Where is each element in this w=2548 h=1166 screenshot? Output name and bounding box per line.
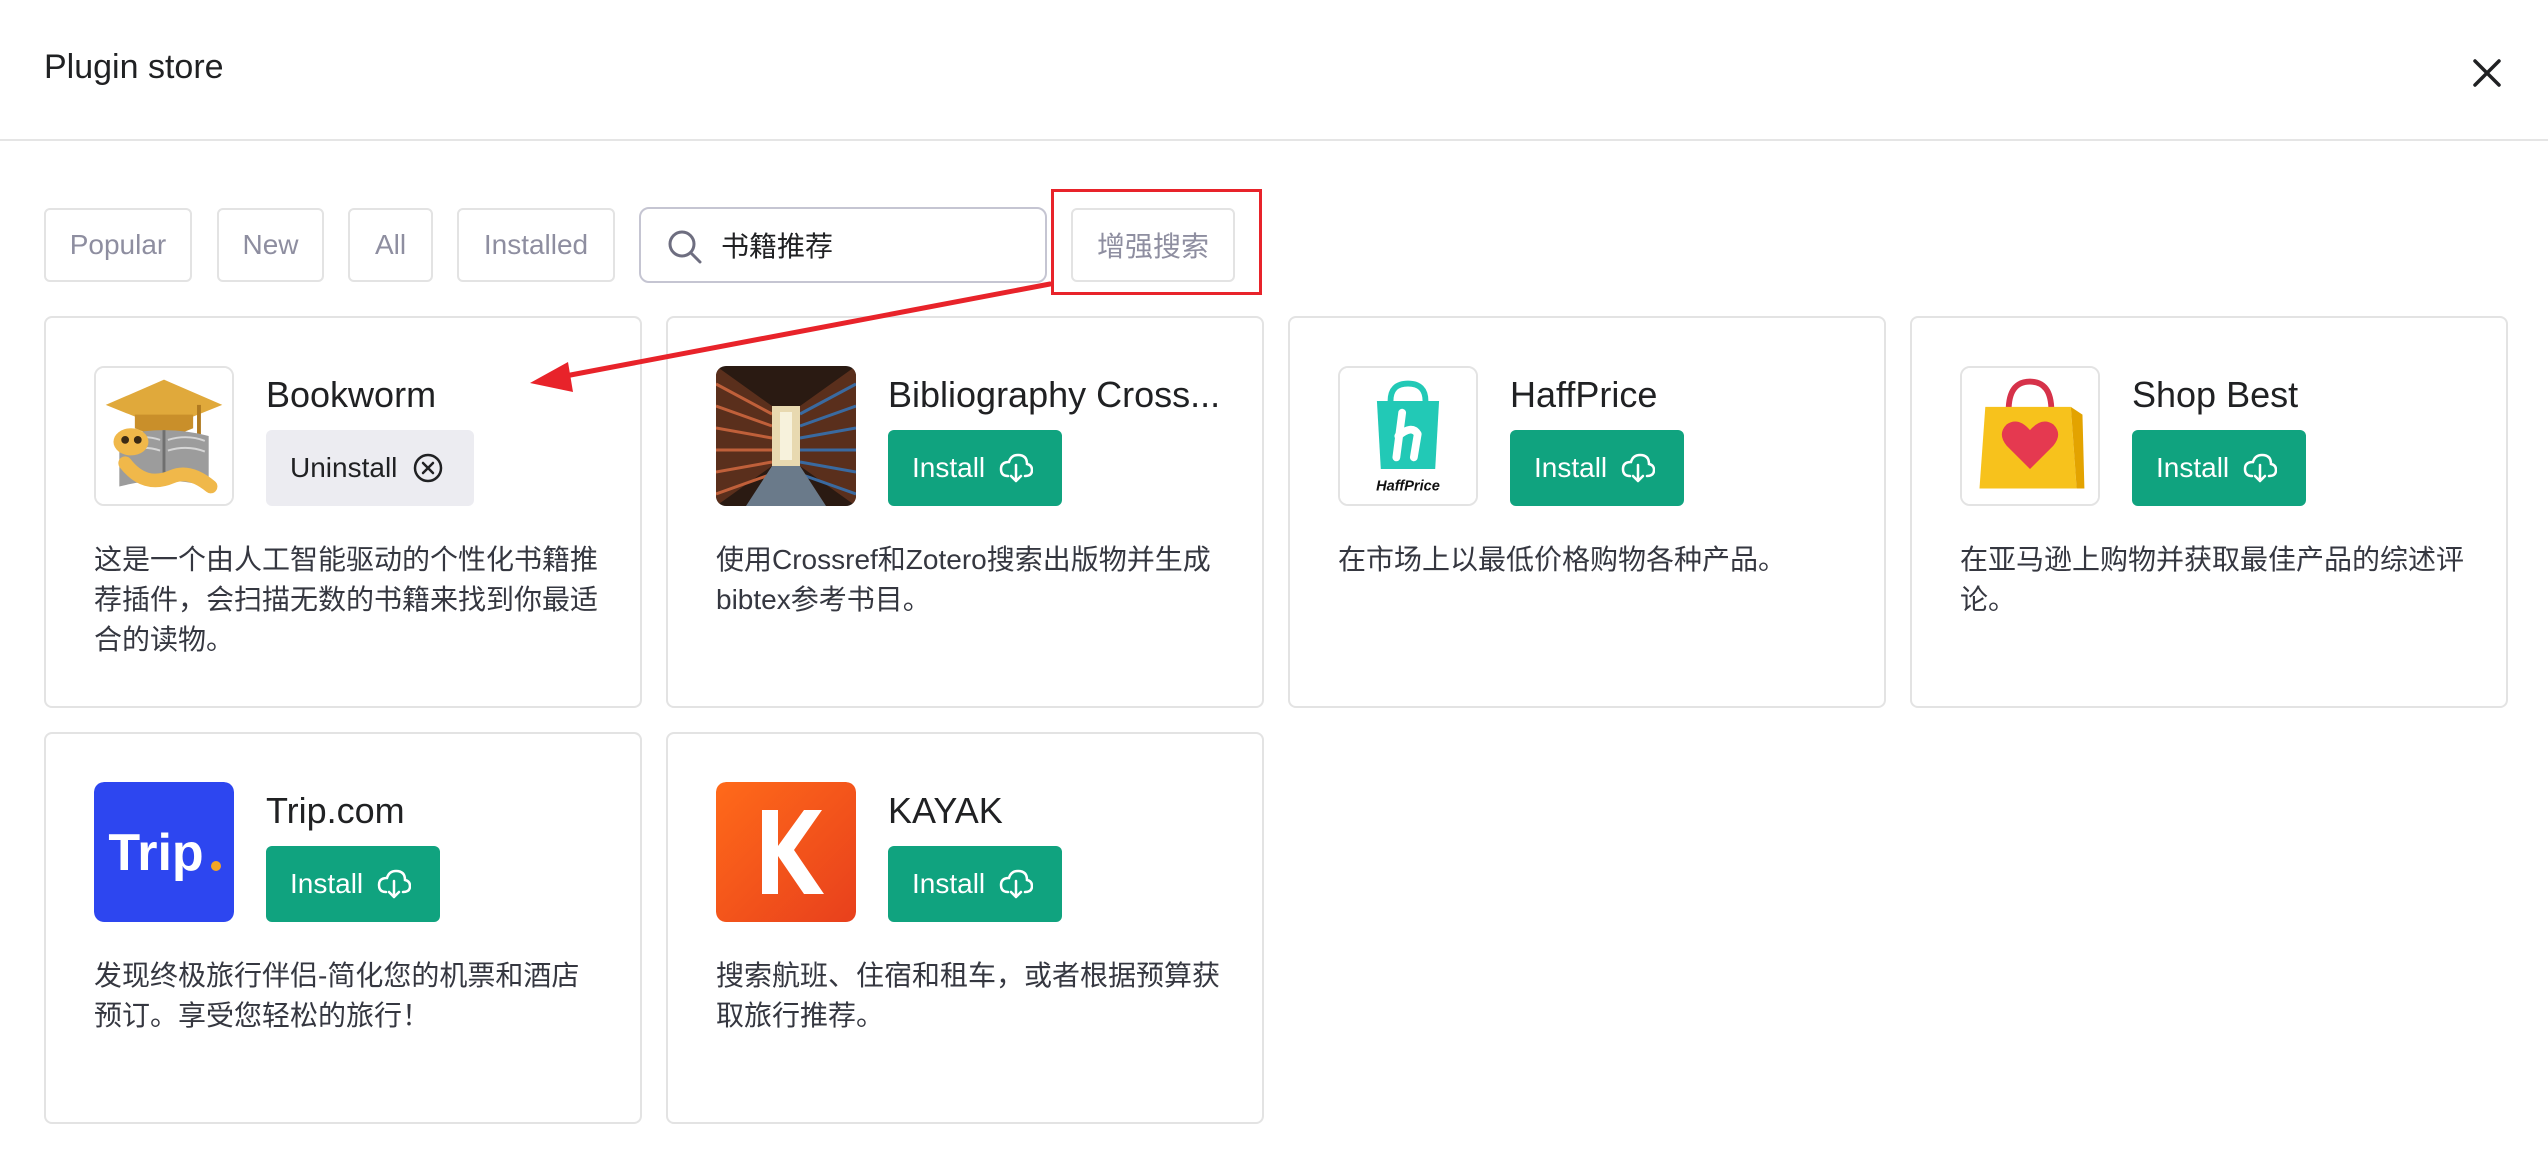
- cloud-download-icon: [1621, 453, 1656, 483]
- filter-all[interactable]: All: [348, 208, 433, 282]
- header: Plugin store: [0, 0, 2548, 141]
- plugin-description: 这是一个由人工智能驱动的个性化书籍推荐插件，会扫描无数的书籍来找到你最适合的读物…: [94, 544, 599, 655]
- haffprice-logo-text: HaffPrice: [1376, 478, 1440, 494]
- plugin-name: Trip.com: [266, 790, 405, 831]
- plugin-card-bookworm: Bookworm Uninstall 这是一个由人工智能驱动的个性化书籍推荐插件…: [44, 316, 642, 708]
- bookworm-logo: [94, 366, 234, 506]
- install-button[interactable]: Install: [888, 846, 1062, 922]
- plugin-name: HaffPrice: [1510, 374, 1658, 415]
- button-label: Install: [290, 868, 364, 899]
- filter-new[interactable]: New: [217, 208, 324, 282]
- close-icon: [2473, 59, 2501, 87]
- page-title: Plugin store: [44, 48, 224, 86]
- install-button[interactable]: Install: [266, 846, 440, 922]
- install-button[interactable]: Install: [888, 430, 1062, 506]
- plugin-card-shop-best: Shop Best Install 在亚马逊上购物并获取最佳产品的综述评论。: [1910, 316, 2508, 708]
- search-input[interactable]: [721, 219, 1031, 271]
- haffprice-logo: HaffPrice: [1338, 366, 1478, 506]
- plugin-card-bibliography-crossref: Bibliography Cross... Install 使用Crossref…: [666, 316, 1264, 708]
- trip-logo: Trip: [94, 782, 234, 922]
- svg-text:Trip: Trip: [108, 824, 203, 882]
- button-label: Install: [1534, 452, 1608, 483]
- plugin-description: 在市场上以最低价格购物各种产品。: [1338, 544, 1787, 575]
- plugin-description: 发现终极旅行伴侣-简化您的机票和酒店预订。享受您轻松的旅行！: [94, 960, 580, 1031]
- kayak-logo: [716, 782, 856, 922]
- x-circle-icon: [414, 453, 443, 483]
- plugin-card-haffprice: HaffPrice HaffPrice Install 在市场上以最低价格购物各…: [1288, 316, 1886, 708]
- library-shelves-logo: [716, 366, 856, 506]
- plugin-card-kayak: KAYAK Install 搜索航班、住宿和租车，或者根据预算获取旅行推荐。: [666, 732, 1264, 1124]
- search-icon: [668, 230, 702, 264]
- cloud-download-icon: [999, 869, 1034, 899]
- shopping-bag-heart-logo: [1960, 366, 2100, 506]
- button-label: Uninstall: [290, 452, 398, 483]
- annotation-highlight-box: [1051, 189, 1262, 295]
- uninstall-button[interactable]: Uninstall: [266, 430, 474, 506]
- plugin-description: 搜索航班、住宿和租车，或者根据预算获取旅行推荐。: [716, 960, 1221, 1031]
- plugin-card-trip: Trip Trip.com Install 发现终极旅行伴侣-简化您的机票和酒店…: [44, 732, 642, 1124]
- button-label: Install: [2156, 452, 2230, 483]
- plugin-description: 在亚马逊上购物并获取最佳产品的综述评论。: [1960, 544, 2465, 615]
- button-label: Install: [912, 868, 986, 899]
- search-box: [639, 207, 1047, 283]
- plugin-name: Bookworm: [266, 374, 437, 415]
- cloud-download-icon: [999, 453, 1034, 483]
- close-button[interactable]: [2462, 48, 2512, 98]
- filter-popular[interactable]: Popular: [44, 208, 192, 282]
- filter-installed[interactable]: Installed: [457, 208, 615, 282]
- button-label: Install: [912, 452, 986, 483]
- install-button[interactable]: Install: [2132, 430, 2306, 506]
- cloud-download-icon: [2243, 453, 2278, 483]
- plugin-description: 使用Crossref和Zotero搜索出版物并生成bibtex参考书目。: [716, 544, 1211, 615]
- plugin-name: KAYAK: [888, 790, 1003, 831]
- plugin-name: Bibliography Cross...: [888, 374, 1221, 415]
- cloud-download-icon: [377, 869, 412, 899]
- plugin-name: Shop Best: [2132, 374, 2299, 415]
- install-button[interactable]: Install: [1510, 430, 1684, 506]
